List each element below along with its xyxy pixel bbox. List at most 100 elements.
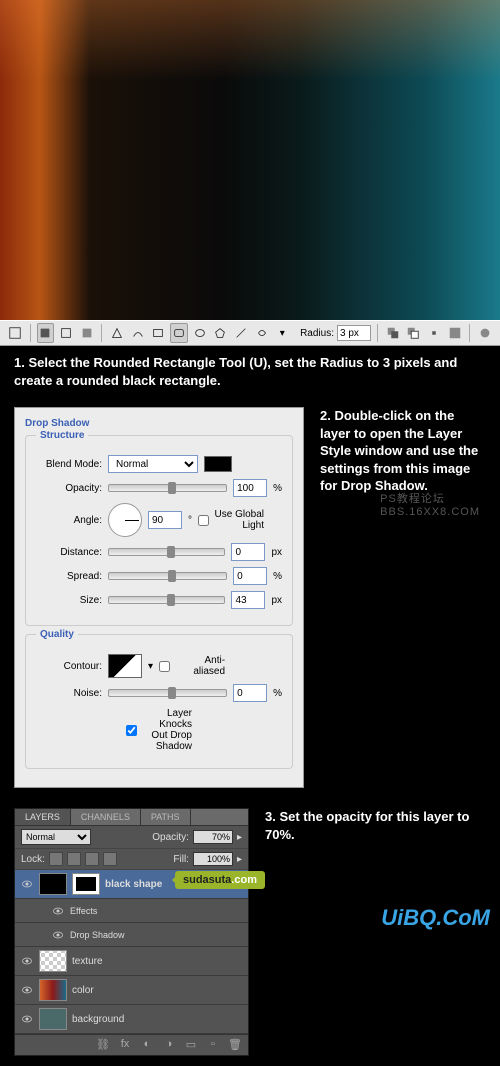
distance-label: Distance: [36, 547, 102, 558]
dropdown-icon[interactable]: ▾ [273, 323, 291, 343]
drop-shadow-dialog: Drop Shadow Structure Blend Mode: Normal… [14, 407, 304, 788]
rounded-rectangle-icon[interactable] [170, 323, 188, 343]
step-3-text: 3. Set the opacity for this layer to 70%… [265, 808, 486, 843]
dropdown-icon[interactable]: ▸ [237, 854, 242, 865]
layer-thumbnail [39, 873, 67, 895]
mask-icon[interactable]: ◐ [140, 1038, 154, 1052]
effects-label: Effects [70, 906, 97, 916]
paths-icon[interactable] [57, 323, 75, 343]
spread-label: Spread: [36, 571, 102, 582]
size-input[interactable] [231, 591, 265, 609]
contour-dropdown-icon[interactable]: ▾ [148, 661, 153, 672]
layer-fill-input[interactable] [193, 852, 233, 866]
quality-group-title: Quality [36, 629, 78, 640]
layer-drop-shadow-row[interactable]: Drop Shadow [15, 923, 248, 947]
angle-label: Angle: [36, 515, 102, 526]
freeform-pen-icon[interactable] [129, 323, 147, 343]
distance-slider[interactable] [108, 548, 225, 556]
layer-row-background[interactable]: background [15, 1005, 248, 1034]
dialog-title: Drop Shadow [25, 418, 293, 429]
blend-mode-select[interactable]: Normal [108, 455, 198, 473]
sudasuta-logo: sudasuta.com [175, 871, 265, 889]
new-layer-icon[interactable]: ▫ [206, 1038, 220, 1052]
contour-picker[interactable] [108, 654, 142, 678]
layers-panel-footer: ⛓ fx ◐ ◑ ▭ ▫ 🗑 [15, 1034, 248, 1055]
fill-pixels-icon[interactable] [78, 323, 96, 343]
layer-row-texture[interactable]: texture [15, 947, 248, 976]
path-subtract-icon[interactable] [405, 323, 423, 343]
custom-shape-icon[interactable] [253, 323, 271, 343]
layer-thumbnail [39, 950, 67, 972]
layers-tab[interactable]: LAYERS [15, 809, 71, 825]
path-combine-icon[interactable] [384, 323, 402, 343]
path-exclude-icon[interactable] [446, 323, 464, 343]
blend-mode-select[interactable]: Normal [21, 829, 91, 845]
opacity-slider[interactable] [108, 484, 227, 492]
lock-all-icon[interactable] [103, 852, 117, 866]
layer-name: color [72, 985, 94, 996]
link-layers-icon[interactable]: ⛓ [96, 1038, 110, 1052]
layers-panel: LAYERS CHANNELS PATHS Normal Opacity: ▸ … [14, 808, 249, 1056]
angle-dial[interactable] [108, 503, 142, 537]
polygon-icon[interactable] [212, 323, 230, 343]
style-icon[interactable] [476, 323, 494, 343]
lock-pixels-icon[interactable] [67, 852, 81, 866]
global-light-checkbox[interactable] [198, 515, 209, 526]
pen-icon[interactable] [108, 323, 126, 343]
dropdown-icon[interactable]: ▸ [237, 832, 242, 843]
opacity-input[interactable] [233, 479, 267, 497]
layer-name: black shape [105, 879, 162, 890]
eye-icon[interactable] [51, 928, 65, 942]
options-toolbar: ▾ Radius: [0, 320, 500, 346]
channels-tab[interactable]: CHANNELS [71, 809, 141, 825]
ellipse-icon[interactable] [191, 323, 209, 343]
eye-icon[interactable] [20, 954, 34, 968]
angle-input[interactable] [148, 511, 182, 529]
anti-aliased-checkbox[interactable] [159, 661, 170, 672]
noise-label: Noise: [36, 688, 102, 699]
step-1-text: 1. Select the Rounded Rectangle Tool (U)… [0, 346, 500, 397]
layer-name: background [72, 1014, 124, 1025]
size-slider[interactable] [108, 596, 225, 604]
radius-input[interactable] [337, 325, 371, 341]
eye-icon[interactable] [51, 904, 65, 918]
noise-slider[interactable] [108, 689, 227, 697]
radius-label: Radius: [300, 328, 334, 339]
layer-row-color[interactable]: color [15, 976, 248, 1005]
opacity-label: Opacity: [152, 832, 189, 843]
path-intersect-icon[interactable] [425, 323, 443, 343]
folder-icon[interactable]: ▭ [184, 1038, 198, 1052]
step-2-text: 2. Double-click on the layer to open the… [320, 407, 486, 495]
uibq-watermark: UiBQ.CoM [381, 905, 490, 931]
distance-input[interactable] [231, 543, 265, 561]
structure-group-title: Structure [36, 430, 88, 441]
layer-thumbnail [39, 979, 67, 1001]
knocks-out-checkbox[interactable] [126, 725, 137, 736]
color-swatch[interactable] [204, 456, 232, 472]
adjustment-icon[interactable]: ◑ [162, 1038, 176, 1052]
noise-input[interactable] [233, 684, 267, 702]
layer-effects-row[interactable]: Effects [15, 899, 248, 923]
fx-icon[interactable]: fx [118, 1038, 132, 1052]
trash-icon[interactable]: 🗑 [228, 1038, 242, 1052]
spread-slider[interactable] [108, 572, 227, 580]
shape-layers-icon[interactable] [37, 323, 55, 343]
layer-thumbnail [39, 1008, 67, 1030]
artwork-preview [0, 0, 500, 320]
eye-icon[interactable] [20, 877, 34, 891]
paths-tab[interactable]: PATHS [141, 809, 191, 825]
shape-preset-icon[interactable] [6, 323, 24, 343]
size-label: Size: [36, 595, 102, 606]
layer-opacity-input[interactable] [193, 830, 233, 844]
contour-label: Contour: [36, 661, 102, 672]
fill-label: Fill: [173, 854, 189, 865]
spread-input[interactable] [233, 567, 267, 585]
eye-icon[interactable] [20, 983, 34, 997]
lock-transparency-icon[interactable] [49, 852, 63, 866]
drop-shadow-effect-label: Drop Shadow [70, 930, 125, 940]
eye-icon[interactable] [20, 1012, 34, 1026]
line-icon[interactable] [232, 323, 250, 343]
lock-position-icon[interactable] [85, 852, 99, 866]
rectangle-icon[interactable] [150, 323, 168, 343]
layer-name: texture [72, 956, 103, 967]
